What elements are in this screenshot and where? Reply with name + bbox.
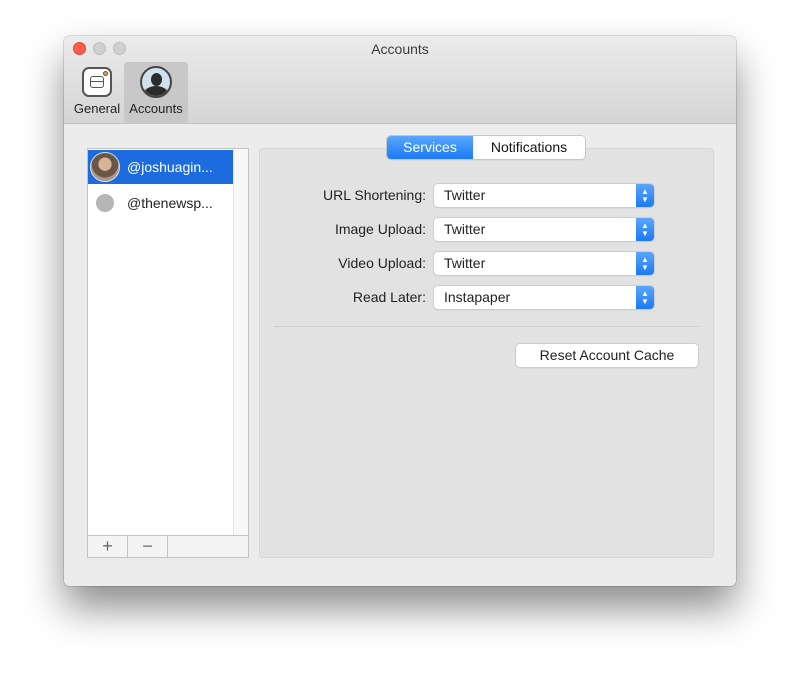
chevron-updown-icon: ▲ ▼: [636, 184, 654, 207]
window-title: Accounts: [371, 41, 429, 57]
general-icon: [81, 66, 113, 98]
add-account-button[interactable]: +: [88, 536, 128, 557]
list-scrollbar[interactable]: [233, 149, 248, 535]
read-later-row: Read Later: Instapaper ▲ ▼: [259, 286, 719, 310]
url-shortening-label: URL Shortening:: [323, 187, 426, 203]
image-upload-select[interactable]: Twitter ▲ ▼: [434, 218, 654, 241]
select-value: Twitter: [444, 221, 486, 237]
image-upload-row: Image Upload: Twitter ▲ ▼: [259, 218, 719, 242]
tab-services[interactable]: Services: [387, 136, 473, 159]
list-footer: + −: [88, 535, 248, 557]
select-value: Twitter: [444, 255, 486, 271]
url-shortening-select[interactable]: Twitter ▲ ▼: [434, 184, 654, 207]
account-name: @thenewsp...: [127, 195, 213, 211]
account-name: @joshuagin...: [127, 159, 213, 175]
video-upload-select[interactable]: Twitter ▲ ▼: [434, 252, 654, 275]
account-item[interactable]: @thenewsp...: [88, 186, 233, 220]
preferences-window: Accounts General Accounts @joshuagin... …: [64, 36, 736, 586]
toolbar-item-label: Accounts: [129, 101, 183, 116]
account-item[interactable]: @joshuagin...: [88, 150, 233, 184]
video-upload-row: Video Upload: Twitter ▲ ▼: [259, 252, 719, 276]
chevron-updown-icon: ▲ ▼: [636, 218, 654, 241]
remove-account-button[interactable]: −: [128, 536, 168, 557]
avatar: [90, 152, 120, 182]
toolbar-item-label: General: [73, 101, 121, 116]
accounts-list: @joshuagin... @thenewsp... + −: [87, 148, 249, 558]
image-upload-label: Image Upload:: [334, 221, 426, 237]
read-later-label: Read Later:: [352, 289, 426, 305]
avatar-placeholder: [96, 194, 114, 212]
url-shortening-row: URL Shortening: Twitter ▲ ▼: [259, 184, 719, 208]
chevron-updown-icon: ▲ ▼: [636, 286, 654, 309]
toolbar-item-general[interactable]: General: [70, 62, 124, 124]
separator: [274, 326, 699, 327]
accounts-icon: [140, 66, 172, 98]
read-later-select[interactable]: Instapaper ▲ ▼: [434, 286, 654, 309]
select-value: Twitter: [444, 187, 486, 203]
reset-account-cache-button[interactable]: Reset Account Cache: [516, 344, 698, 367]
title-bar: Accounts General Accounts: [64, 36, 736, 124]
video-upload-label: Video Upload:: [338, 255, 426, 271]
chevron-updown-icon: ▲ ▼: [636, 252, 654, 275]
tab-notifications[interactable]: Notifications: [473, 136, 585, 159]
select-value: Instapaper: [444, 289, 511, 305]
toolbar-item-accounts[interactable]: Accounts: [124, 62, 188, 124]
tab-control: Services Notifications: [387, 136, 585, 159]
